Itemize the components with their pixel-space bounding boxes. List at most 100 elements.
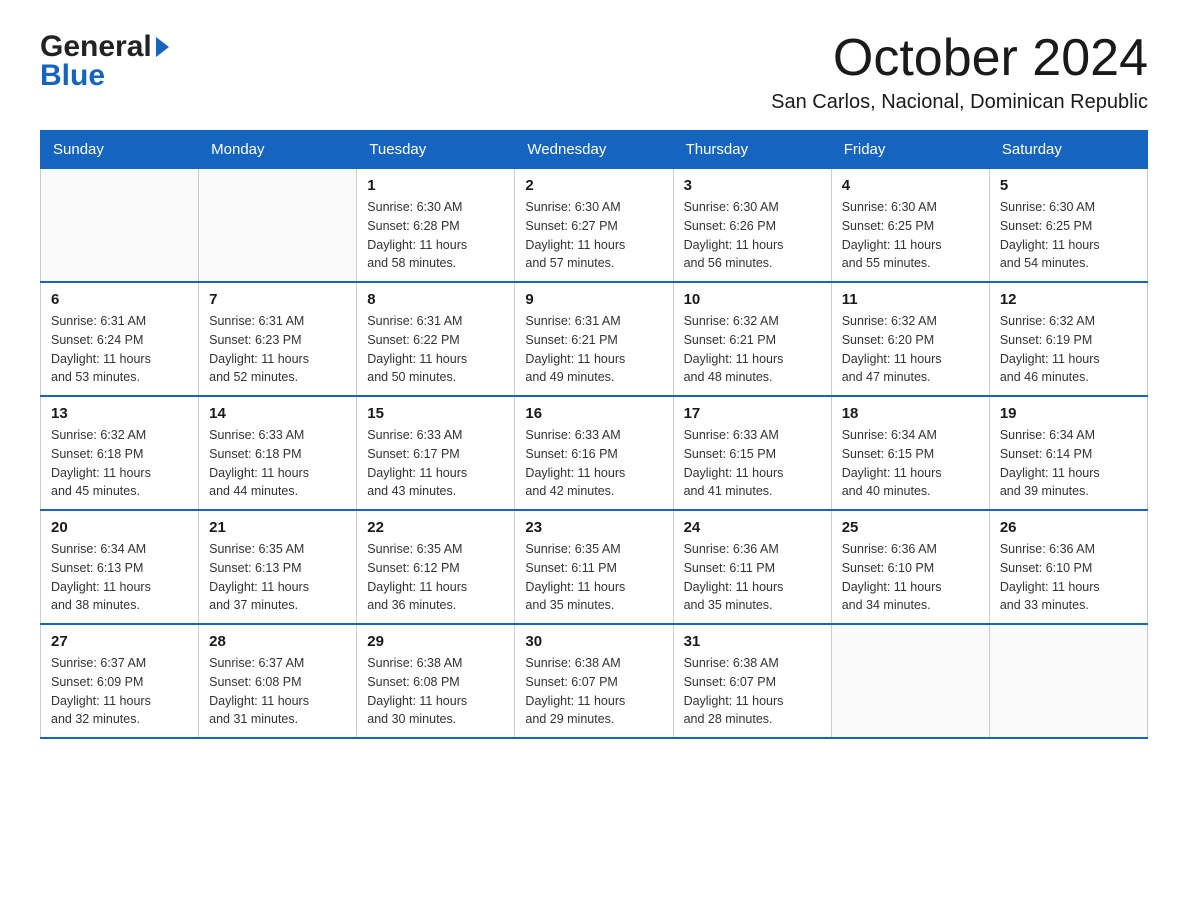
calendar-cell: 17Sunrise: 6:33 AM Sunset: 6:15 PM Dayli… [673, 396, 831, 510]
day-number: 15 [367, 405, 504, 422]
day-info: Sunrise: 6:32 AM Sunset: 6:20 PM Dayligh… [842, 312, 979, 387]
day-number: 7 [209, 291, 346, 308]
calendar-cell [989, 624, 1147, 738]
day-number: 20 [51, 519, 188, 536]
day-info: Sunrise: 6:31 AM Sunset: 6:23 PM Dayligh… [209, 312, 346, 387]
day-number: 12 [1000, 291, 1137, 308]
day-info: Sunrise: 6:36 AM Sunset: 6:10 PM Dayligh… [842, 540, 979, 615]
day-info: Sunrise: 6:38 AM Sunset: 6:07 PM Dayligh… [684, 654, 821, 729]
calendar-cell: 24 Sunrise: 6:36 AM Sunset: 6:11 PM Dayli… [673, 510, 831, 624]
calendar-cell [831, 624, 989, 738]
month-title: October 2024 [771, 30, 1148, 87]
day-number: 1 [367, 177, 504, 194]
calendar-cell: 9Sunrise: 6:31 AM Sunset: 6:21 PM Daylig… [515, 282, 673, 396]
calendar-cell: 30 Sunrise: 6:38 AM Sunset: 6:07 PM Dayli… [515, 624, 673, 738]
calendar-cell: 11 Sunrise: 6:32 AM Sunset: 6:20 PM Dayli… [831, 282, 989, 396]
calendar-cell: 2Sunrise: 6:30 AM Sunset: 6:27 PM Daylig… [515, 169, 673, 283]
day-number: 14 [209, 405, 346, 422]
calendar-cell: 21 Sunrise: 6:35 AM Sunset: 6:13 PM Dayli… [199, 510, 357, 624]
calendar-cell: 4Sunrise: 6:30 AM Sunset: 6:25 PM Daylig… [831, 169, 989, 283]
day-info: Sunrise: 6:38 AM Sunset: 6:08 PM Dayligh… [367, 654, 504, 729]
calendar-cell: 15 Sunrise: 6:33 AM Sunset: 6:17 PM Dayli… [357, 396, 515, 510]
day-info: Sunrise: 6:38 AM Sunset: 6:07 PM Dayligh… [525, 654, 662, 729]
day-number: 16 [525, 405, 662, 422]
day-info: Sunrise: 6:33 AM Sunset: 6:17 PM Dayligh… [367, 426, 504, 501]
day-number: 5 [1000, 177, 1137, 194]
day-number: 26 [1000, 519, 1137, 536]
calendar-cell: 19 Sunrise: 6:34 AM Sunset: 6:14 PM Dayli… [989, 396, 1147, 510]
day-number: 3 [684, 177, 821, 194]
logo-triangle-icon [156, 37, 169, 57]
day-number: 8 [367, 291, 504, 308]
calendar-cell: 18 Sunrise: 6:34 AM Sunset: 6:15 PM Dayli… [831, 396, 989, 510]
week-row-5: 27 Sunrise: 6:37 AM Sunset: 6:09 PM Dayli… [41, 624, 1148, 738]
calendar-cell: 20 Sunrise: 6:34 AM Sunset: 6:13 PM Dayli… [41, 510, 199, 624]
day-number: 29 [367, 633, 504, 650]
day-info: Sunrise: 6:37 AM Sunset: 6:09 PM Dayligh… [51, 654, 188, 729]
week-row-2: 6 Sunrise: 6:31 AM Sunset: 6:24 PM Daylig… [41, 282, 1148, 396]
calendar-cell: 13Sunrise: 6:32 AM Sunset: 6:18 PM Dayli… [41, 396, 199, 510]
day-number: 25 [842, 519, 979, 536]
day-number: 21 [209, 519, 346, 536]
calendar-cell: 23 Sunrise: 6:35 AM Sunset: 6:11 PM Dayli… [515, 510, 673, 624]
calendar-cell: 12 Sunrise: 6:32 AM Sunset: 6:19 PM Dayli… [989, 282, 1147, 396]
day-info: Sunrise: 6:30 AM Sunset: 6:25 PM Dayligh… [842, 198, 979, 273]
week-row-3: 13Sunrise: 6:32 AM Sunset: 6:18 PM Dayli… [41, 396, 1148, 510]
day-number: 19 [1000, 405, 1137, 422]
day-number: 22 [367, 519, 504, 536]
day-info: Sunrise: 6:30 AM Sunset: 6:25 PM Dayligh… [1000, 198, 1137, 273]
day-info: Sunrise: 6:31 AM Sunset: 6:22 PM Dayligh… [367, 312, 504, 387]
calendar-cell: 10 Sunrise: 6:32 AM Sunset: 6:21 PM Dayli… [673, 282, 831, 396]
calendar-cell: 8 Sunrise: 6:31 AM Sunset: 6:22 PM Daylig… [357, 282, 515, 396]
day-info: Sunrise: 6:35 AM Sunset: 6:11 PM Dayligh… [525, 540, 662, 615]
day-info: Sunrise: 6:34 AM Sunset: 6:13 PM Dayligh… [51, 540, 188, 615]
calendar-cell: 27 Sunrise: 6:37 AM Sunset: 6:09 PM Dayli… [41, 624, 199, 738]
day-info: Sunrise: 6:32 AM Sunset: 6:19 PM Dayligh… [1000, 312, 1137, 387]
calendar-cell: 29 Sunrise: 6:38 AM Sunset: 6:08 PM Dayli… [357, 624, 515, 738]
calendar-cell [199, 169, 357, 283]
day-info: Sunrise: 6:35 AM Sunset: 6:13 PM Dayligh… [209, 540, 346, 615]
day-number: 13 [51, 405, 188, 422]
calendar-cell: 31Sunrise: 6:38 AM Sunset: 6:07 PM Dayli… [673, 624, 831, 738]
day-info: Sunrise: 6:36 AM Sunset: 6:10 PM Dayligh… [1000, 540, 1137, 615]
calendar-cell: 28Sunrise: 6:37 AM Sunset: 6:08 PM Dayli… [199, 624, 357, 738]
logo-blue-text: Blue [40, 59, 105, 93]
weekday-header-monday: Monday [199, 131, 357, 169]
calendar-cell [41, 169, 199, 283]
day-info: Sunrise: 6:31 AM Sunset: 6:21 PM Dayligh… [525, 312, 662, 387]
day-number: 6 [51, 291, 188, 308]
day-info: Sunrise: 6:30 AM Sunset: 6:28 PM Dayligh… [367, 198, 504, 273]
day-info: Sunrise: 6:31 AM Sunset: 6:24 PM Dayligh… [51, 312, 188, 387]
day-info: Sunrise: 6:36 AM Sunset: 6:11 PM Dayligh… [684, 540, 821, 615]
day-info: Sunrise: 6:30 AM Sunset: 6:26 PM Dayligh… [684, 198, 821, 273]
calendar-cell: 1 Sunrise: 6:30 AM Sunset: 6:28 PM Daylig… [357, 169, 515, 283]
day-number: 24 [684, 519, 821, 536]
day-info: Sunrise: 6:32 AM Sunset: 6:21 PM Dayligh… [684, 312, 821, 387]
calendar-cell: 22Sunrise: 6:35 AM Sunset: 6:12 PM Dayli… [357, 510, 515, 624]
day-info: Sunrise: 6:34 AM Sunset: 6:15 PM Dayligh… [842, 426, 979, 501]
day-info: Sunrise: 6:33 AM Sunset: 6:18 PM Dayligh… [209, 426, 346, 501]
day-number: 17 [684, 405, 821, 422]
logo: General Blue [40, 30, 169, 93]
calendar-cell: 25 Sunrise: 6:36 AM Sunset: 6:10 PM Dayli… [831, 510, 989, 624]
calendar-cell: 16 Sunrise: 6:33 AM Sunset: 6:16 PM Dayli… [515, 396, 673, 510]
day-number: 23 [525, 519, 662, 536]
weekday-header-wednesday: Wednesday [515, 131, 673, 169]
week-row-1: 1 Sunrise: 6:30 AM Sunset: 6:28 PM Daylig… [41, 169, 1148, 283]
weekday-header-thursday: Thursday [673, 131, 831, 169]
day-info: Sunrise: 6:33 AM Sunset: 6:16 PM Dayligh… [525, 426, 662, 501]
day-number: 11 [842, 291, 979, 308]
calendar-cell: 14 Sunrise: 6:33 AM Sunset: 6:18 PM Dayli… [199, 396, 357, 510]
calendar-cell: 6 Sunrise: 6:31 AM Sunset: 6:24 PM Daylig… [41, 282, 199, 396]
calendar-cell: 26 Sunrise: 6:36 AM Sunset: 6:10 PM Dayli… [989, 510, 1147, 624]
day-number: 18 [842, 405, 979, 422]
day-number: 28 [209, 633, 346, 650]
weekday-header-friday: Friday [831, 131, 989, 169]
day-number: 10 [684, 291, 821, 308]
day-number: 30 [525, 633, 662, 650]
weekday-header-saturday: Saturday [989, 131, 1147, 169]
day-number: 27 [51, 633, 188, 650]
header: General Blue October 2024 San Carlos, Na… [40, 30, 1148, 114]
day-info: Sunrise: 6:30 AM Sunset: 6:27 PM Dayligh… [525, 198, 662, 273]
day-info: Sunrise: 6:34 AM Sunset: 6:14 PM Dayligh… [1000, 426, 1137, 501]
